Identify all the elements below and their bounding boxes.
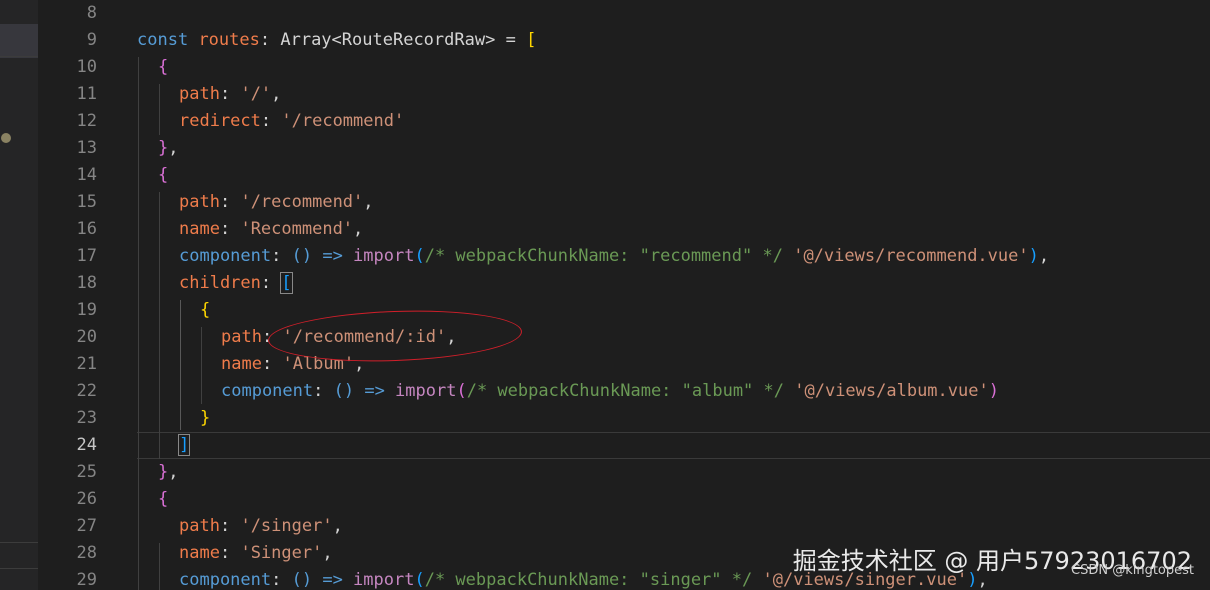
matched-bracket: [	[280, 272, 293, 294]
code-line: {	[158, 165, 169, 185]
editor-window: 8 9 10 11 12 13 14 15 16 17 18 19 20 21 …	[0, 0, 1210, 590]
code-line: {	[158, 57, 169, 77]
code-line: }	[200, 408, 211, 428]
code-line: const routes: Array<RouteRecordRaw> = [	[137, 30, 537, 50]
code-line: children: [	[179, 272, 293, 294]
code-line: },	[158, 462, 179, 482]
code-area[interactable]: const routes: Array<RouteRecordRaw> = [ …	[0, 0, 1210, 590]
code-line: {	[200, 300, 211, 320]
matched-bracket: ]	[177, 434, 191, 456]
code-line: name: 'Singer',	[179, 543, 333, 563]
token: const	[137, 30, 189, 50]
code-line: name: 'Recommend',	[179, 219, 364, 239]
current-line-highlight	[137, 432, 1210, 459]
code-line: redirect: '/recommend'	[179, 111, 405, 131]
code-line: component: () => import(/* webpackChunkN…	[179, 246, 1050, 266]
indent-guide-active	[180, 300, 181, 430]
token: routes	[198, 30, 260, 50]
indent-guide	[159, 543, 160, 590]
watermark-sub: CSDN @kingtopest	[1071, 563, 1194, 578]
indent-guide	[138, 57, 139, 590]
token: RouteRecordRaw	[341, 30, 486, 50]
indent-guide	[159, 84, 160, 135]
red-ellipse-annotation	[267, 306, 523, 366]
code-line: path: '/',	[179, 84, 282, 104]
code-line-active: ]	[177, 432, 191, 459]
code-line: path: '/recommend',	[179, 192, 374, 212]
code-line: {	[158, 489, 169, 509]
indent-guide	[159, 192, 160, 459]
token: Array	[280, 30, 332, 50]
code-line: component: () => import(/* webpackChunkN…	[221, 381, 999, 401]
indent-guide	[201, 327, 202, 404]
code-line: path: '/singer',	[179, 516, 343, 536]
code-line: },	[158, 138, 179, 158]
